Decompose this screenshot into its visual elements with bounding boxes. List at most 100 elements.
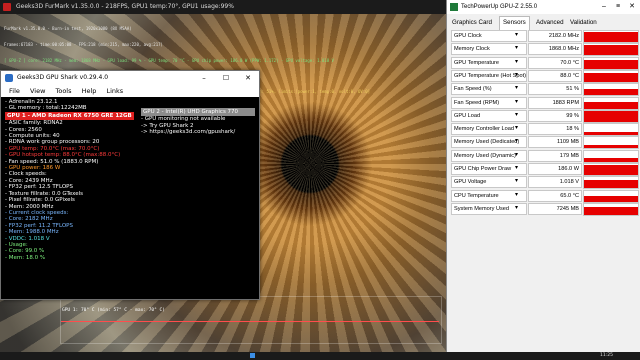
sensor-row: Memory Used (Dedicated) ▾ 1109 MB bbox=[449, 136, 639, 150]
sensor-value: 1.018 V bbox=[528, 176, 582, 189]
furmark-titlebar[interactable]: Geeks3D FurMark v1.35.0.0 - 218FPS, GPU1… bbox=[0, 0, 446, 14]
sensor-graph bbox=[583, 189, 639, 203]
maximize-icon[interactable]: ☐ bbox=[215, 71, 237, 85]
menu-view[interactable]: View bbox=[30, 87, 45, 95]
minimize-icon[interactable]: – bbox=[193, 71, 215, 85]
gpu-hotspot-line: - GPU hotspot temp: 88.0°C (max:88.0°C) bbox=[5, 152, 121, 159]
temperature-graph-line bbox=[61, 321, 439, 322]
sensor-value: 65.0 °C bbox=[528, 189, 582, 202]
minimize-icon[interactable]: – bbox=[597, 0, 611, 14]
chevron-down-icon[interactable]: ▾ bbox=[515, 177, 518, 186]
sensor-row: Fan Speed (%) ▾ 51 % bbox=[449, 83, 639, 97]
chevron-down-icon[interactable]: ▾ bbox=[515, 164, 518, 173]
sensor-graph-fill bbox=[584, 207, 638, 215]
sensor-graph bbox=[583, 149, 639, 163]
sensor-value: 51 % bbox=[528, 83, 582, 96]
sensor-graph-fill bbox=[584, 132, 638, 136]
gpu1-header[interactable]: GPU 1 - AMD Radeon RX 6750 GRE 12GB bbox=[5, 111, 134, 121]
sensor-value: 70.0 °C bbox=[528, 56, 582, 69]
sensor-value: 7245 MB bbox=[528, 202, 582, 215]
menu-help[interactable]: Help bbox=[82, 87, 97, 95]
gpu-shark-title: Geeks3D GPU Shark v0.29.4.0 bbox=[17, 74, 109, 81]
gpuz-window: TechPowerUp GPU-Z 2.55.0 – ≡ ✕ Graphics … bbox=[446, 0, 640, 360]
gpu2-info-panel: GPU 2 - Intel(R) UHD Graphics 770 - GPU … bbox=[141, 108, 259, 136]
chevron-down-icon[interactable]: ▾ bbox=[515, 204, 518, 213]
gpuz-app-icon bbox=[450, 3, 458, 11]
sensor-row: GPU Temperature ▾ 70.0 °C bbox=[449, 56, 639, 70]
chevron-down-icon[interactable]: ▾ bbox=[515, 31, 518, 40]
menu-icon[interactable]: ≡ bbox=[611, 0, 625, 14]
menu-tools[interactable]: Tools bbox=[55, 87, 71, 95]
sensor-graph-fill bbox=[584, 45, 638, 56]
sensor-value: 88.0 °C bbox=[528, 69, 582, 82]
chevron-down-icon[interactable]: ▾ bbox=[515, 191, 518, 200]
chevron-down-icon[interactable]: ▾ bbox=[515, 98, 518, 107]
sensor-row: CPU Temperature ▾ 65.0 °C bbox=[449, 189, 639, 203]
sensor-graph bbox=[583, 96, 639, 110]
sensor-graph-fill bbox=[584, 60, 638, 69]
sensor-row: Fan Speed (RPM) ▾ 1883 RPM bbox=[449, 96, 639, 110]
chevron-down-icon[interactable]: ▾ bbox=[515, 124, 518, 133]
sensor-graph-fill bbox=[584, 89, 638, 96]
sensor-graph bbox=[583, 136, 639, 150]
gpu-shark-content: - Adrenalin 23.12.1 - GL memory : total:… bbox=[1, 97, 259, 299]
sensor-graph bbox=[583, 202, 639, 216]
sensor-row: System Memory Used ▾ 7245 MB bbox=[449, 202, 639, 216]
chevron-down-icon[interactable]: ▾ bbox=[515, 84, 518, 93]
tab-graphics-card[interactable]: Graphics Card bbox=[449, 17, 495, 29]
sensor-row: GPU Temperature (Hot Spot) ▾ 88.0 °C bbox=[449, 69, 639, 83]
sensor-value: 2182.0 MHz bbox=[528, 30, 582, 42]
furmark-logo-icon bbox=[3, 3, 11, 11]
gpu-shark-titlebar[interactable]: Geeks3D GPU Shark v0.29.4.0 – ☐ ✕ bbox=[1, 71, 259, 85]
menu-links[interactable]: Links bbox=[106, 87, 123, 95]
sensor-row: GPU Clock ▾ 2182.0 MHz bbox=[449, 30, 639, 43]
gpuz-tabs: Graphics Card Sensors Advanced Validatio… bbox=[447, 16, 640, 30]
clock: 11:25 bbox=[600, 353, 613, 358]
overlay-line: FurMark v1.35.0.0 - Burn-in test, 1920x1… bbox=[4, 26, 132, 32]
chevron-down-icon[interactable]: ▾ bbox=[515, 58, 518, 67]
sensor-value: 99 % bbox=[528, 109, 582, 122]
sensor-graph bbox=[583, 56, 639, 70]
sensor-graph-fill bbox=[584, 158, 638, 162]
sensor-value: 179 MB bbox=[528, 149, 582, 162]
temperature-graph bbox=[60, 296, 442, 344]
gpuz-titlebar[interactable]: TechPowerUp GPU-Z 2.55.0 – ≡ ✕ bbox=[447, 0, 640, 14]
overlay-line: [ GPU-Z ] core: 2182 MHz - mem: 1868 MHz… bbox=[4, 57, 334, 63]
sensor-graph bbox=[583, 163, 639, 176]
sensor-graph-fill bbox=[584, 32, 638, 42]
chevron-down-icon[interactable]: ▾ bbox=[515, 111, 518, 120]
gpu-shark-window: Geeks3D GPU Shark v0.29.4.0 – ☐ ✕ File V… bbox=[0, 70, 260, 300]
sensor-value: 186.0 W bbox=[528, 163, 582, 175]
sensor-graph bbox=[583, 43, 639, 57]
gpu2-header[interactable]: GPU 2 - Intel(R) UHD Graphics 770 bbox=[141, 108, 255, 117]
sensor-graph-fill bbox=[584, 72, 638, 82]
start-icon[interactable] bbox=[250, 353, 255, 358]
sensor-graph-fill bbox=[584, 179, 638, 189]
tab-sensors[interactable]: Sensors bbox=[499, 16, 530, 30]
sensor-graph bbox=[583, 176, 639, 190]
gpuz-title: TechPowerUp GPU-Z 2.55.0 bbox=[461, 4, 538, 10]
chevron-down-icon[interactable]: ▾ bbox=[515, 71, 518, 80]
sensor-graph-fill bbox=[584, 196, 638, 202]
gpushark-link[interactable]: -> https://geeks3d.com/gpushark/ bbox=[141, 129, 259, 135]
sensor-row: Memory Controller Load ▾ 18 % bbox=[449, 123, 639, 137]
sensor-value: 1868.0 MHz bbox=[528, 43, 582, 56]
close-icon[interactable]: ✕ bbox=[237, 71, 259, 85]
menu-file[interactable]: File bbox=[9, 87, 20, 95]
gpu1-info-panel: - Adrenalin 23.12.1 - GL memory : total:… bbox=[5, 99, 137, 261]
tab-advanced[interactable]: Advanced bbox=[533, 17, 567, 29]
sensor-row: GPU Voltage ▾ 1.018 V bbox=[449, 176, 639, 190]
chevron-down-icon[interactable]: ▾ bbox=[515, 151, 518, 160]
tab-validation[interactable]: Validation bbox=[567, 17, 600, 29]
taskbar: 11:25 bbox=[0, 352, 640, 360]
sensor-graph-fill bbox=[584, 144, 638, 149]
sensor-graph bbox=[583, 69, 639, 83]
furmark-title: Geeks3D FurMark v1.35.0.0 - 218FPS, GPU1… bbox=[16, 3, 234, 10]
close-icon[interactable]: ✕ bbox=[625, 0, 639, 14]
gpu-shark-app-icon bbox=[5, 74, 13, 82]
chevron-down-icon[interactable]: ▾ bbox=[515, 137, 518, 146]
sensor-row: Memory Used (Dynamic) ▾ 179 MB bbox=[449, 149, 639, 163]
sensor-graph-fill bbox=[584, 102, 638, 109]
overlay-line: Frames:67183 - time:00:05:08 - FPS:218 (… bbox=[4, 42, 163, 48]
chevron-down-icon[interactable]: ▾ bbox=[515, 44, 518, 53]
